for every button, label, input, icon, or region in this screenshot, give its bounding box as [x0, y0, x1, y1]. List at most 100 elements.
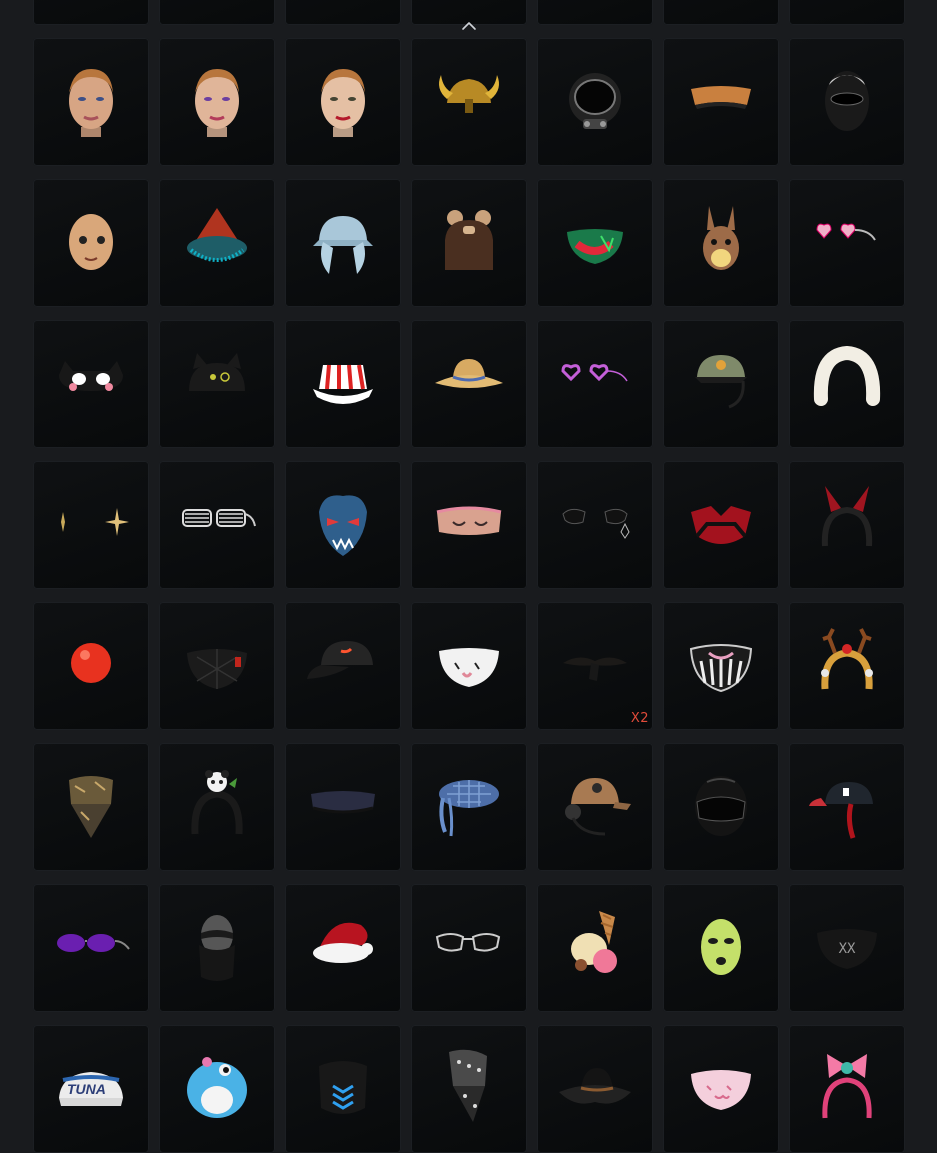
inventory-tile[interactable]: [663, 179, 779, 307]
inventory-tile[interactable]: [789, 1025, 905, 1153]
inventory-tile[interactable]: [789, 0, 905, 25]
demon-mask-mask-icon: [319, 495, 367, 557]
star-earrings-earring-icon: [61, 508, 129, 537]
inventory-tile[interactable]: [159, 461, 275, 589]
inventory-tile[interactable]: [285, 0, 401, 25]
inventory-tile[interactable]: [537, 179, 653, 307]
inventory-tile[interactable]: [411, 602, 527, 730]
inventory-tile[interactable]: [663, 884, 779, 1012]
inventory-tile[interactable]: [33, 38, 149, 166]
inventory-tile[interactable]: [285, 179, 401, 307]
inventory-tile[interactable]: [411, 320, 527, 448]
heart-sunglasses-pink-glasses-icon: [816, 224, 876, 241]
inventory-tile[interactable]: [411, 1025, 527, 1153]
inventory-tile[interactable]: [789, 461, 905, 589]
inventory-tile[interactable]: [159, 320, 275, 448]
white-smile-mask-mask-icon: [439, 648, 499, 688]
inventory-tile[interactable]: [33, 602, 149, 730]
gold-horned-helmet-helmet-icon: [439, 75, 499, 114]
inventory-tile[interactable]: [663, 461, 779, 589]
aviator-cap-headset-cap-icon: [565, 778, 631, 836]
inventory-tile[interactable]: [411, 461, 527, 589]
purple-sunglasses-glasses-icon: [57, 934, 130, 953]
inventory-tile[interactable]: [33, 884, 149, 1012]
inventory-tile[interactable]: [663, 38, 779, 166]
green-balaclava-mask-icon: [701, 919, 741, 976]
reindeer-headband-headband-icon: [821, 628, 873, 690]
cap-with-red-tassel-cap-icon: [809, 782, 873, 840]
pink-bow-headband-headband-icon: [822, 1054, 872, 1119]
inventory-tile[interactable]: [33, 0, 149, 25]
space-helmet-helmet-icon: [569, 73, 621, 130]
camo-bandana-bandana-icon: [69, 776, 113, 839]
inventory-tile[interactable]: [411, 743, 527, 871]
inventory-tile[interactable]: [285, 461, 401, 589]
santa-hat-hat-icon: [313, 923, 373, 964]
inventory-tile[interactable]: [33, 461, 149, 589]
shutter-shades-glasses-icon: [182, 509, 256, 528]
inventory-tile[interactable]: [159, 0, 275, 25]
collapse-button[interactable]: [444, 14, 494, 38]
blue-fish-hat-hat-icon: [187, 1057, 247, 1119]
inventory-tile[interactable]: TUNA: [33, 1025, 149, 1153]
inventory-tile[interactable]: [537, 1025, 653, 1153]
tuna-sailor-hat-hat-icon: TUNA: [59, 1072, 123, 1107]
inventory-tile[interactable]: [411, 179, 527, 307]
inventory-tile[interactable]: [411, 884, 527, 1012]
inventory-tile[interactable]: X2: [537, 602, 653, 730]
inventory-tile[interactable]: [537, 320, 653, 448]
ninja-mask-mask-icon: [199, 915, 235, 982]
face-makeup-clown-face-icon: [195, 69, 239, 138]
inventory-tile[interactable]: [33, 743, 149, 871]
inventory-tile[interactable]: [537, 38, 653, 166]
inventory-tile[interactable]: [789, 602, 905, 730]
inventory-tile[interactable]: [537, 743, 653, 871]
inventory-tile[interactable]: [663, 320, 779, 448]
quantity-badge: X2: [630, 711, 649, 726]
inventory-tile[interactable]: [159, 743, 275, 871]
graffiti-face-mask-mask-icon: [567, 229, 623, 265]
inventory-tile[interactable]: [789, 179, 905, 307]
inventory-tile[interactable]: [537, 0, 653, 25]
heart-glasses-purple-glasses-icon: [561, 364, 628, 382]
inventory-tile[interactable]: [789, 320, 905, 448]
inventory-tile[interactable]: [159, 884, 275, 1012]
skeleton-mask-mask-icon: [689, 644, 753, 693]
bear-ear-hair-hair-icon: [445, 210, 493, 271]
inventory-tile[interactable]: [159, 602, 275, 730]
inventory-tile[interactable]: [537, 884, 653, 1012]
inventory-tile[interactable]: [285, 602, 401, 730]
devil-ear-headband-headband-icon: [821, 486, 873, 547]
inventory-tile[interactable]: XX: [789, 884, 905, 1012]
face-makeup-red-lips-face-icon: [321, 69, 365, 138]
inventory-tile[interactable]: [285, 320, 401, 448]
cap-with-headset-cap-icon: [695, 355, 747, 409]
black-baseball-cap-cap-icon: [307, 641, 373, 680]
inventory-tile[interactable]: [285, 1025, 401, 1153]
silver-sunglasses-glasses-icon: [435, 933, 501, 953]
black-mustache-mustache-icon: [563, 657, 627, 682]
inventory-tile[interactable]: [159, 179, 275, 307]
inventory-tile[interactable]: [789, 743, 905, 871]
inventory-tile[interactable]: [33, 320, 149, 448]
inventory-tile[interactable]: [33, 179, 149, 307]
inventory-tile[interactable]: [663, 0, 779, 25]
straw-sun-hat-hat-icon: [435, 359, 503, 389]
black-logo-mask-mask-icon: XX: [817, 929, 877, 970]
inventory-tile[interactable]: [159, 1025, 275, 1153]
chevron-up-icon: [462, 22, 476, 30]
inventory-tile[interactable]: [285, 743, 401, 871]
inventory-tile[interactable]: [789, 38, 905, 166]
inventory-tile[interactable]: [663, 602, 779, 730]
black-tech-mask-mask-icon: [319, 1061, 367, 1115]
sleep-eye-mask-mask-icon: [436, 506, 502, 536]
clown-nose-nose-icon: [71, 643, 111, 684]
inventory-tile[interactable]: [663, 743, 779, 871]
inventory-tile[interactable]: [285, 884, 401, 1012]
inventory-tile[interactable]: [411, 38, 527, 166]
inventory-tile[interactable]: [537, 461, 653, 589]
inventory-tile[interactable]: [159, 38, 275, 166]
inventory-tile[interactable]: [285, 38, 401, 166]
inventory-tile[interactable]: [663, 1025, 779, 1153]
ice-cream-hat-hat-icon: [571, 911, 617, 974]
